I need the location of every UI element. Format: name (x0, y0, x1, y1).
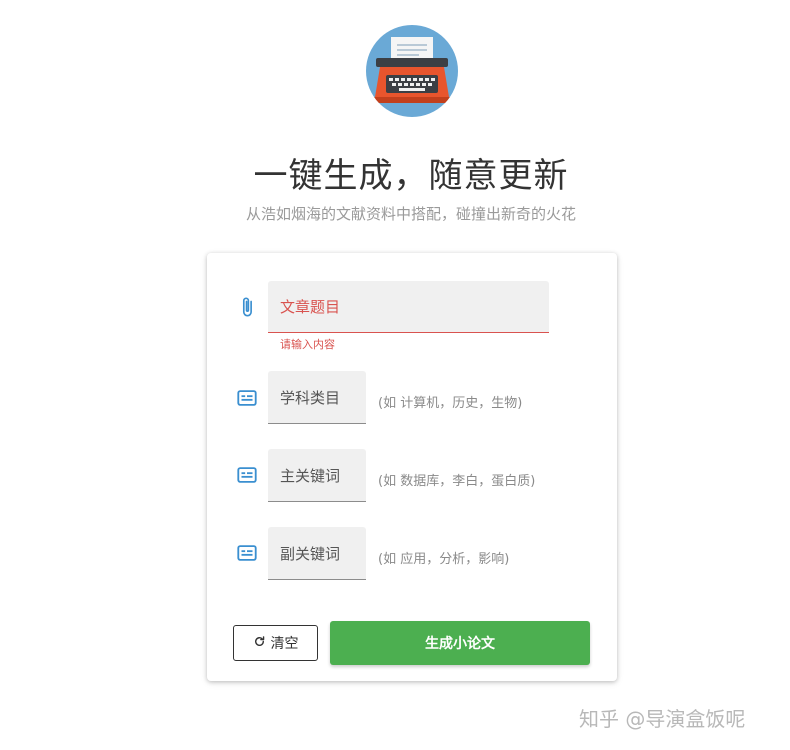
article-title-input[interactable]: 文章题目 (268, 281, 549, 333)
subject-hint: (如 计算机，历史，生物) (378, 396, 523, 411)
generate-button[interactable]: 生成小论文 (330, 621, 590, 665)
typewriter-logo-icon (366, 25, 458, 117)
subject-placeholder: 学科类目 (280, 388, 341, 407)
page-subtitle: 从浩如烟海的文献资料中搭配，碰撞出新奇的火花 (245, 205, 576, 223)
subject-input[interactable]: 学科类目 (268, 371, 366, 424)
sub-keyword-placeholder: 副关键词 (280, 544, 341, 563)
page-title: 一键生成，随意更新 (253, 156, 569, 196)
subtitles-icon (236, 542, 258, 564)
main-keyword-hint: (如 数据库，李白，蛋白质) (378, 474, 536, 489)
clear-button-label: 清空 (270, 636, 299, 652)
sub-keyword-hint: (如 应用，分析，影响) (378, 552, 510, 567)
article-title-placeholder: 文章题目 (280, 298, 341, 316)
paperclip-icon (236, 296, 258, 318)
page: 一键生成，随意更新 从浩如烟海的文献资料中搭配，碰撞出新奇的火花 文章题目 请输… (0, 0, 790, 750)
sub-keyword-input[interactable]: 副关键词 (268, 527, 366, 580)
subtitles-icon (236, 464, 258, 486)
form-card: 文章题目 请输入内容 学科类目 (如 计算机，历史，生物) 主关键词 (如 数据… (207, 253, 617, 681)
clear-button[interactable]: 清空 (233, 625, 318, 661)
main-keyword-placeholder: 主关键词 (280, 466, 341, 485)
refresh-icon (253, 635, 266, 652)
generate-button-label: 生成小论文 (425, 636, 495, 652)
article-title-error: 请输入内容 (280, 338, 335, 351)
watermark: 知乎 @导演盒饭呢 (579, 707, 746, 731)
main-keyword-input[interactable]: 主关键词 (268, 449, 366, 502)
subtitles-icon (236, 387, 258, 409)
